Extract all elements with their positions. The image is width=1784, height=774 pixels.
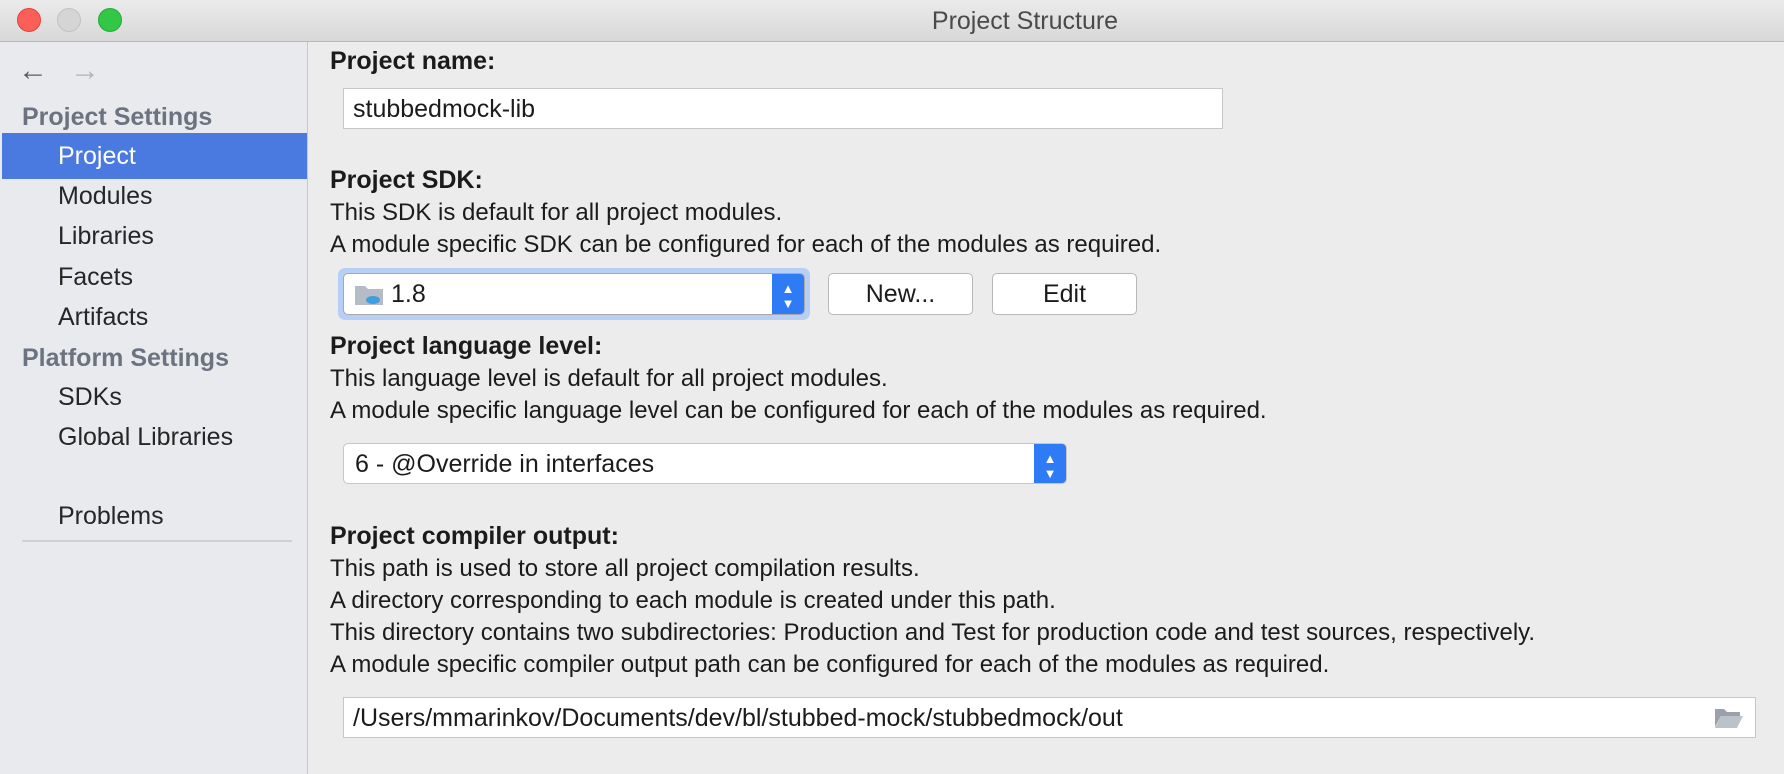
project-name-input[interactable]: stubbedmock-lib xyxy=(343,88,1223,129)
section-platform-settings: Platform Settings xyxy=(22,344,229,372)
sdk-description-1: This SDK is default for all project modu… xyxy=(330,199,783,226)
sidebar-item-problems[interactable]: Problems xyxy=(2,493,307,539)
arrow-left-icon[interactable]: ← xyxy=(18,56,48,86)
compiler-output-description-4: A module specific compiler output path c… xyxy=(330,651,1330,678)
project-settings-panel: Project name: stubbedmock-lib Project SD… xyxy=(308,42,1784,774)
sidebar-item-global-libraries[interactable]: Global Libraries xyxy=(2,414,307,460)
select-stepper-icon: ▲ ▼ xyxy=(772,274,804,314)
compiler-output-path-input[interactable]: /Users/mmarinkov/Documents/dev/bl/stubbe… xyxy=(343,697,1756,738)
language-level-select[interactable]: 6 - @Override in interfaces ▲ ▼ xyxy=(343,443,1067,484)
language-level-description-1: This language level is default for all p… xyxy=(330,365,888,392)
sidebar-item-artifacts[interactable]: Artifacts xyxy=(2,294,307,340)
language-level-description-2: A module specific language level can be … xyxy=(330,397,1267,424)
compiler-output-path-value: /Users/mmarinkov/Documents/dev/bl/stubbe… xyxy=(353,704,1123,732)
sdk-new-button[interactable]: New... xyxy=(828,273,973,315)
sdk-selected-value: 1.8 xyxy=(391,280,426,308)
project-sdk-label: Project SDK: xyxy=(330,166,483,194)
compiler-output-description-3: This directory contains two subdirectori… xyxy=(330,619,1536,646)
title-bar: Project Structure xyxy=(0,0,1784,42)
java-sdk-folder-icon xyxy=(355,286,383,305)
compiler-output-label: Project compiler output: xyxy=(330,522,619,550)
sidebar: ← → Project Settings Project Modules Lib… xyxy=(0,42,308,774)
language-level-selected-value: 6 - @Override in interfaces xyxy=(355,450,655,478)
select-stepper-icon: ▲ ▼ xyxy=(1034,444,1066,483)
sdk-edit-button[interactable]: Edit xyxy=(992,273,1137,315)
language-level-label: Project language level: xyxy=(330,332,603,360)
project-name-label: Project name: xyxy=(330,47,496,75)
arrow-right-icon[interactable]: → xyxy=(70,56,100,86)
sidebar-item-libraries[interactable]: Libraries xyxy=(2,213,307,259)
compiler-output-description-1: This path is used to store all project c… xyxy=(330,555,920,582)
compiler-output-description-2: A directory corresponding to each module… xyxy=(330,587,1056,614)
sidebar-divider xyxy=(22,540,292,542)
project-structure-window: Project Structure ← → Project Settings P… xyxy=(0,0,1784,774)
folder-open-icon[interactable] xyxy=(1713,704,1745,730)
sdk-select[interactable]: 1.8 ▲ ▼ xyxy=(343,273,805,315)
sdk-description-2: A module specific SDK can be configured … xyxy=(330,231,1162,258)
window-title: Project Structure xyxy=(931,7,1119,35)
section-project-settings: Project Settings xyxy=(22,103,213,131)
